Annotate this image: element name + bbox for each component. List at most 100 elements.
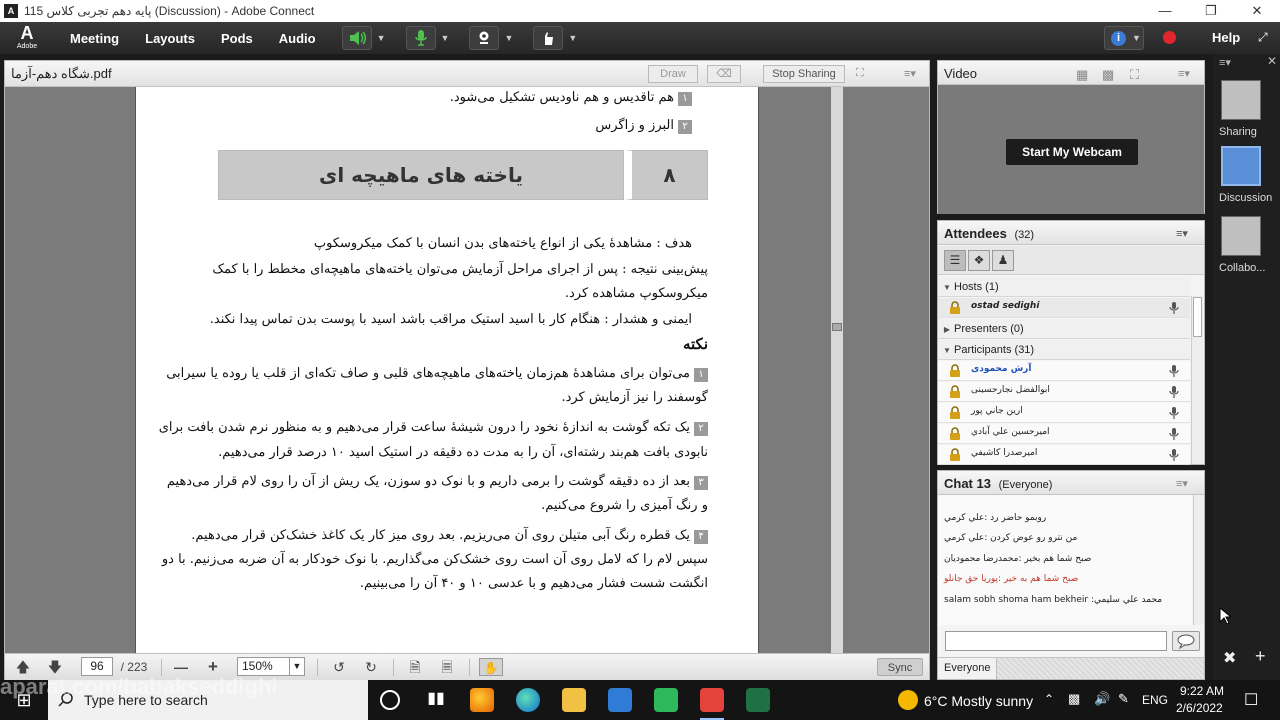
- raise-hand-icon[interactable]: [533, 26, 564, 50]
- video-pod-header: Video ▦ ▩ ⛶ ≡▾: [938, 61, 1204, 85]
- pod-menu-icon[interactable]: ≡▾: [1178, 67, 1190, 80]
- window-title: 115 پایه دهم تجربی کلاس (Discussion) - A…: [24, 4, 315, 18]
- sync-button[interactable]: Sync: [877, 658, 923, 676]
- grid-view-icon[interactable]: ▦: [1076, 67, 1088, 83]
- stop-sharing-button[interactable]: Stop Sharing: [763, 65, 845, 83]
- list-view-icon[interactable]: ☰: [944, 250, 966, 271]
- fullscreen-icon[interactable]: ⤢: [1258, 30, 1272, 44]
- scroll-thumb[interactable]: [832, 323, 842, 331]
- eraser-icon[interactable]: ⌫: [707, 65, 741, 83]
- pod-menu-icon[interactable]: ≡▾: [1176, 477, 1188, 490]
- speaker-icon[interactable]: [341, 26, 372, 50]
- doc-safety: ایمنی و هشدار : هنگام کار با اسید استیک …: [209, 312, 692, 327]
- scroll-thumb[interactable]: [1193, 297, 1202, 337]
- expand-down-icon: ▼: [943, 346, 951, 355]
- layout-thumbnail: [1221, 80, 1261, 120]
- minimize-button[interactable]: —: [1142, 0, 1188, 22]
- store-icon[interactable]: [608, 688, 632, 712]
- chevron-up-icon[interactable]: ⌃: [1044, 692, 1054, 706]
- start-webcam-button[interactable]: Start My Webcam: [1006, 139, 1138, 165]
- camtasia-icon[interactable]: [654, 688, 678, 712]
- attendee-row[interactable]: اميرصدرا کاشيفي: [938, 445, 1190, 465]
- share-pod-title: شگاه دهم-آزما.pdf: [11, 66, 112, 81]
- chat-recipient-tab[interactable]: Everyone: [938, 658, 998, 679]
- file-explorer-icon[interactable]: [562, 688, 586, 712]
- pen-icon[interactable]: ✎: [1118, 691, 1129, 707]
- presenters-group[interactable]: ▶ Presenters (0): [938, 319, 1190, 339]
- participants-group[interactable]: ▼ Participants (31): [938, 340, 1190, 360]
- microphone-icon: [1169, 449, 1179, 461]
- close-button[interactable]: ✕: [1234, 0, 1280, 22]
- layouts-bar: ≡▾ ✕ Sharing Discussion Collabo... ✖ +: [1213, 54, 1280, 680]
- attendee-row[interactable]: ابوالفضل نجارحسینی: [938, 382, 1190, 402]
- adobe-connect-app-icon[interactable]: [700, 688, 724, 712]
- chat-footer: Everyone: [938, 657, 1204, 679]
- add-layout-icon[interactable]: +: [1255, 646, 1266, 667]
- section-title-box: یاخته های ماهیچه ای: [218, 150, 624, 200]
- chat-input[interactable]: [945, 631, 1167, 651]
- chevron-down-icon[interactable]: ▼: [441, 33, 450, 43]
- remove-layout-icon[interactable]: ✖: [1223, 648, 1236, 668]
- fullscreen-icon[interactable]: ⛶: [1130, 67, 1139, 83]
- close-icon[interactable]: ✕: [1267, 54, 1277, 68]
- clock-time[interactable]: 9:22 AM: [1180, 684, 1224, 698]
- info-icon: i: [1111, 31, 1126, 46]
- chevron-down-icon[interactable]: ▼: [289, 658, 304, 675]
- excel-icon[interactable]: [746, 688, 770, 712]
- notification-icon[interactable]: ☐: [1244, 690, 1258, 710]
- attendee-row[interactable]: ارين جاني پور: [938, 403, 1190, 423]
- camera-control[interactable]: ▼: [469, 26, 513, 50]
- volume-icon[interactable]: 🔊: [1094, 691, 1110, 707]
- pod-menu-icon[interactable]: ≡▾: [1176, 227, 1188, 240]
- status-control[interactable]: ▼: [533, 26, 577, 50]
- clock-date[interactable]: 2/6/2022: [1176, 701, 1223, 715]
- attendee-row[interactable]: ostad sedighi: [938, 298, 1190, 318]
- breakout-view-icon[interactable]: ❖: [968, 250, 990, 271]
- weather-text[interactable]: 6°C Mostly sunny: [924, 693, 1033, 709]
- attendee-row[interactable]: آرش محمودی: [938, 361, 1190, 381]
- attendee-row[interactable]: اميرحسين علي آبادي: [938, 424, 1190, 444]
- chat-scrollbar[interactable]: [1193, 495, 1204, 625]
- help-menu[interactable]: Help: [1212, 30, 1240, 45]
- menu-layouts[interactable]: Layouts: [145, 31, 195, 46]
- chevron-down-icon[interactable]: ▼: [377, 33, 386, 43]
- webcam-icon[interactable]: [469, 26, 500, 50]
- edge-icon[interactable]: [516, 688, 540, 712]
- chat-message: روبمو حاضر رد :علي کرمي: [944, 513, 1047, 523]
- chevron-down-icon[interactable]: ▼: [504, 33, 513, 43]
- attendees-scrollbar[interactable]: [1191, 296, 1203, 464]
- task-view-icon[interactable]: ▮▮: [424, 688, 448, 712]
- chevron-down-icon[interactable]: ▼: [568, 33, 577, 43]
- hand-tool-icon[interactable]: ✋: [479, 658, 503, 676]
- record-icon[interactable]: [1163, 31, 1176, 44]
- menu-audio[interactable]: Audio: [279, 31, 316, 46]
- firefox-icon[interactable]: [470, 688, 494, 712]
- doc-line: سپس لام را که لامل روی آن است روی خشک‌کن…: [161, 552, 708, 567]
- pod-menu-icon[interactable]: ≡▾: [904, 67, 916, 80]
- layout-discussion[interactable]: Discussion: [1219, 146, 1275, 204]
- network-icon[interactable]: ▩: [1068, 691, 1080, 707]
- layouts-menu-icon[interactable]: ≡▾: [1219, 56, 1231, 69]
- cortana-icon[interactable]: [380, 690, 400, 710]
- layout-collaboration[interactable]: Collabo...: [1219, 216, 1275, 274]
- attendee-status-icon[interactable]: ♟: [992, 250, 1014, 271]
- hosts-group[interactable]: ▼ Hosts (1): [938, 277, 1190, 297]
- document-scrollbar[interactable]: [831, 87, 843, 653]
- draw-button[interactable]: Draw: [648, 65, 698, 83]
- layout-thumbnail: [1221, 216, 1261, 256]
- doc-line: و رنگ آمیزی را شروع می‌کنیم.: [541, 498, 708, 513]
- document-view[interactable]: ۱هم تاقدیس و هم ناودیس تشکیل می‌شود. ۲ال…: [5, 87, 929, 653]
- fullscreen-icon[interactable]: ⛶: [856, 67, 864, 80]
- menu-meeting[interactable]: Meeting: [70, 31, 119, 46]
- layout-sharing[interactable]: Sharing: [1219, 80, 1275, 138]
- microphone-control[interactable]: ▼: [405, 26, 450, 50]
- microphone-icon[interactable]: [405, 26, 436, 50]
- info-button[interactable]: i ▼: [1104, 26, 1144, 50]
- language-indicator[interactable]: ENG: [1142, 693, 1168, 707]
- filmstrip-view-icon[interactable]: ▩: [1102, 67, 1114, 83]
- maximize-button[interactable]: ❐: [1188, 0, 1234, 22]
- speaker-control[interactable]: ▼: [341, 26, 386, 50]
- menu-pods[interactable]: Pods: [221, 31, 253, 46]
- adobe-connect-window: A 115 پایه دهم تجربی کلاس (Discussion) -…: [0, 0, 1280, 720]
- send-message-button[interactable]: [1172, 631, 1200, 651]
